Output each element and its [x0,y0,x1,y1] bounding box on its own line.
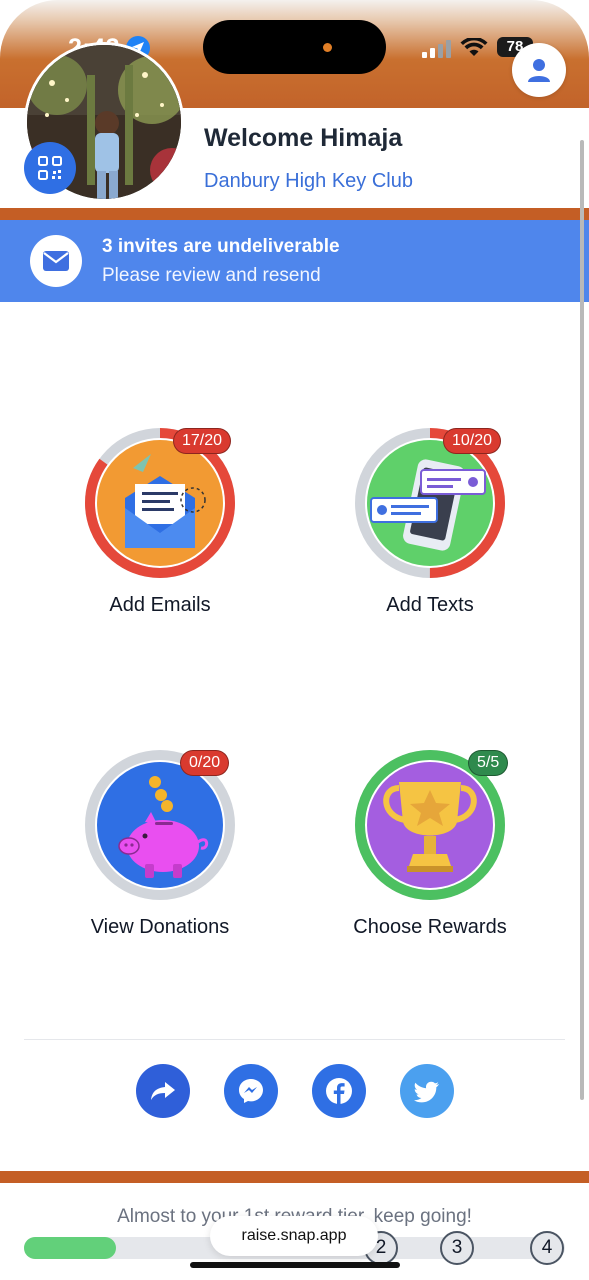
twitter-icon [413,1081,439,1103]
recording-dot [323,43,332,52]
add-emails-badge: 17/20 [173,428,232,454]
reward-tier-4[interactable]: 4 [530,1231,564,1265]
qr-code-button[interactable] [24,142,76,194]
header-divider [0,208,589,220]
view-donations-label: View Donations [90,916,230,938]
envelope-icon [30,235,82,287]
choose-rewards-badge: 5/5 [468,750,509,776]
messenger-icon [239,1079,263,1103]
home-indicator [190,1262,400,1268]
qr-code-icon [38,156,62,180]
choose-rewards-tile[interactable]: 5/5 Choose Rewards [310,750,550,970]
twitter-share-button[interactable] [400,1064,454,1118]
view-donations-tile[interactable]: 0/20 View Donations [40,750,280,970]
share-arrow-icon [151,1082,175,1100]
user-icon [528,59,550,82]
browser-url-pill[interactable]: raise.snap.app [210,1216,378,1256]
cellular-signal-icon [422,40,451,58]
banner-subtitle: Please review and resend [102,265,321,286]
choose-rewards-label: Choose Rewards [353,916,507,938]
messenger-share-button[interactable] [224,1064,278,1118]
welcome-title: Welcome Himaja [204,124,403,152]
undeliverable-banner[interactable]: 3 invites are undeliverable Please revie… [0,220,589,302]
add-emails-tile[interactable]: 17/20 Add Emails [40,428,280,648]
wifi-icon [460,38,488,56]
banner-title: 3 invites are undeliverable [102,236,340,257]
add-texts-badge: 10/20 [443,428,502,454]
share-divider [24,1039,565,1040]
scrollbar[interactable] [580,140,584,1100]
share-button[interactable] [136,1064,190,1118]
facebook-icon [326,1078,352,1104]
profile-button[interactable] [512,43,566,97]
add-texts-tile[interactable]: 10/20 Add Texts [310,428,550,648]
add-texts-label: Add Texts [386,594,474,616]
app-screen: 2:43 78 [0,0,589,1280]
footer-divider [0,1171,589,1183]
club-link[interactable]: Danbury High Key Club [204,170,413,193]
view-donations-badge: 0/20 [180,750,230,776]
dynamic-island [203,20,386,74]
add-emails-label: Add Emails [109,594,211,616]
reward-progress-fill [24,1237,116,1259]
facebook-share-button[interactable] [312,1064,366,1118]
reward-tier-3[interactable]: 3 [440,1231,474,1265]
